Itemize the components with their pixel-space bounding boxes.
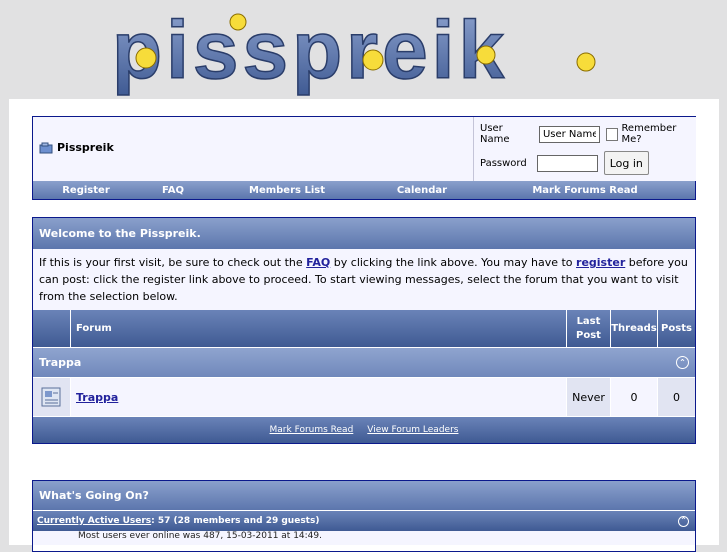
forum-title-cell: Trappa [70, 378, 566, 416]
username-input[interactable] [538, 125, 600, 143]
active-users-count: : 57 (28 members and 29 guests) [151, 516, 320, 526]
whats-going-on-title: What's Going On? [33, 481, 695, 510]
header-last-post: Last Post [566, 310, 610, 347]
nav-members-list[interactable]: Members List [207, 185, 367, 196]
remember-me-label: Remember Me? [621, 123, 677, 145]
faq-link[interactable]: FAQ [306, 256, 330, 269]
register-link[interactable]: register [576, 256, 625, 269]
logo-text: pisspreik [112, 5, 508, 96]
welcome-text: If this is your first visit, be sure to … [39, 256, 307, 269]
active-users-summary: Currently Active Users: 57 (28 members a… [37, 516, 319, 526]
category-title[interactable]: Trappa [39, 356, 81, 369]
remember-me-checkbox[interactable] [605, 127, 619, 141]
last-post-cell: Never [566, 378, 610, 416]
password-label: Password [480, 157, 527, 169]
password-row: Password Log in [480, 151, 649, 175]
username-label: User Name [480, 123, 510, 145]
header-posts: Posts [657, 310, 695, 347]
forum-table-footer: Mark Forums Read View Forum Leaders [33, 416, 695, 443]
password-input[interactable] [536, 154, 598, 172]
smiley-icon [135, 47, 157, 69]
login-form: User Name Remember Me? Password Log in [473, 117, 696, 181]
nav-calendar[interactable]: Calendar [367, 185, 477, 196]
login-button[interactable]: Log in [603, 151, 649, 175]
welcome-text: by clicking the link above. You may have… [330, 256, 577, 269]
username-row: User Name Remember Me? [480, 123, 696, 145]
active-users-link[interactable]: Currently Active Users [37, 516, 151, 526]
forum-listing: Welcome to the Pisspreik. If this is you… [32, 217, 696, 444]
forum-old-icon [41, 387, 60, 407]
breadcrumb-title[interactable]: Pisspreik [57, 141, 114, 154]
view-forum-leaders-link[interactable]: View Forum Leaders [367, 425, 458, 435]
smiley-icon [476, 45, 496, 65]
posts-cell: 0 [657, 378, 695, 416]
nav-register[interactable]: Register [33, 185, 139, 196]
collapse-icon[interactable]: ⌃ [678, 515, 689, 527]
nav-mark-forums-read[interactable]: Mark Forums Read [477, 185, 693, 196]
site-logo-banner: pisspreik [0, 0, 727, 99]
whats-going-on: What's Going On? Currently Active Users:… [32, 480, 696, 552]
navbar-top: Pisspreik User Name Remember Me? Passwor… [33, 117, 696, 181]
navbar-links: Register FAQ Members List Calendar Mark … [33, 181, 695, 199]
navbar-table: Pisspreik User Name Remember Me? Passwor… [32, 116, 696, 200]
active-users-header: Currently Active Users: 57 (28 members a… [33, 510, 695, 531]
forum-link[interactable]: Trappa [76, 391, 118, 404]
welcome-title: Welcome to the Pisspreik. [33, 218, 695, 249]
welcome-message: If this is your first visit, be sure to … [33, 249, 695, 310]
header-threads: Threads [610, 310, 657, 347]
collapse-icon[interactable]: ⌃ [676, 356, 689, 369]
smiley-icon [362, 49, 384, 71]
threads-cell: 0 [610, 378, 657, 416]
smiley-icon [576, 52, 596, 72]
header-forum: Forum [70, 310, 566, 347]
logo-graphic: pisspreik [111, 4, 596, 97]
forum-row: Trappa Never 0 0 [33, 377, 695, 416]
forum-home-icon[interactable] [39, 142, 53, 154]
smiley-icon [229, 13, 247, 31]
page-container: Pisspreik User Name Remember Me? Passwor… [9, 99, 719, 552]
header-icon-col [33, 310, 70, 347]
forum-status-cell [33, 378, 70, 416]
forum-table-header: Forum Last Post Threads Posts [33, 310, 695, 347]
mark-forums-read-link[interactable]: Mark Forums Read [270, 425, 354, 435]
breadcrumb: Pisspreik [39, 141, 114, 154]
nav-faq[interactable]: FAQ [139, 185, 207, 196]
category-row[interactable]: Trappa ⌃ [33, 347, 695, 377]
most-users-text: Most users ever online was 487, 15-03-20… [33, 531, 695, 545]
